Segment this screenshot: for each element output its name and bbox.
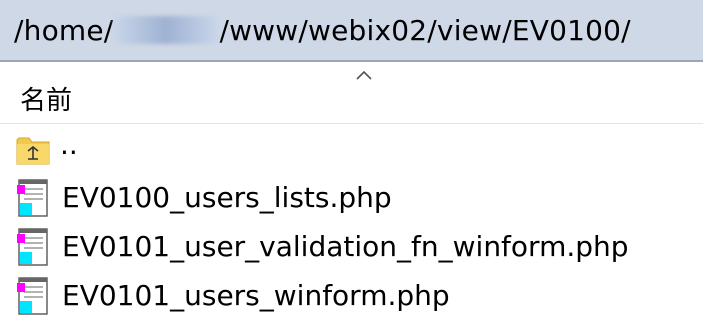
path-suffix: /www/webix02/view/EV0100/ — [219, 13, 631, 47]
path-bar[interactable]: /home/ /www/webix02/view/EV0100/ — [0, 0, 703, 62]
file-list: .. EV0100_users_lists.php EV0101_user_va… — [0, 124, 703, 320]
sort-ascending-icon — [356, 70, 372, 80]
list-item-parent-folder[interactable]: .. — [0, 124, 703, 173]
list-item-label: .. — [60, 128, 78, 161]
list-item-label: EV0100_users_lists.php — [62, 181, 392, 214]
php-file-icon — [17, 228, 48, 266]
list-item-file[interactable]: EV0100_users_lists.php — [0, 173, 703, 222]
php-file-icon — [17, 179, 48, 217]
path-prefix: /home/ — [14, 13, 114, 47]
column-header-name[interactable]: 名前 — [20, 80, 72, 117]
list-item-label: EV0101_user_validation_fn_winform.php — [62, 230, 629, 263]
list-item-label: EV0101_users_winform.php — [62, 279, 450, 312]
list-header: 名前 — [0, 66, 703, 124]
folder-up-icon — [16, 137, 50, 165]
redacted-path-segment — [114, 16, 219, 44]
list-item-file[interactable]: EV0101_users_winform.php — [0, 271, 703, 320]
file-browser-pane: /home/ /www/webix02/view/EV0100/ 名前 .. EV… — [0, 0, 703, 334]
php-file-icon — [17, 277, 48, 315]
list-item-file[interactable]: EV0101_user_validation_fn_winform.php — [0, 222, 703, 271]
